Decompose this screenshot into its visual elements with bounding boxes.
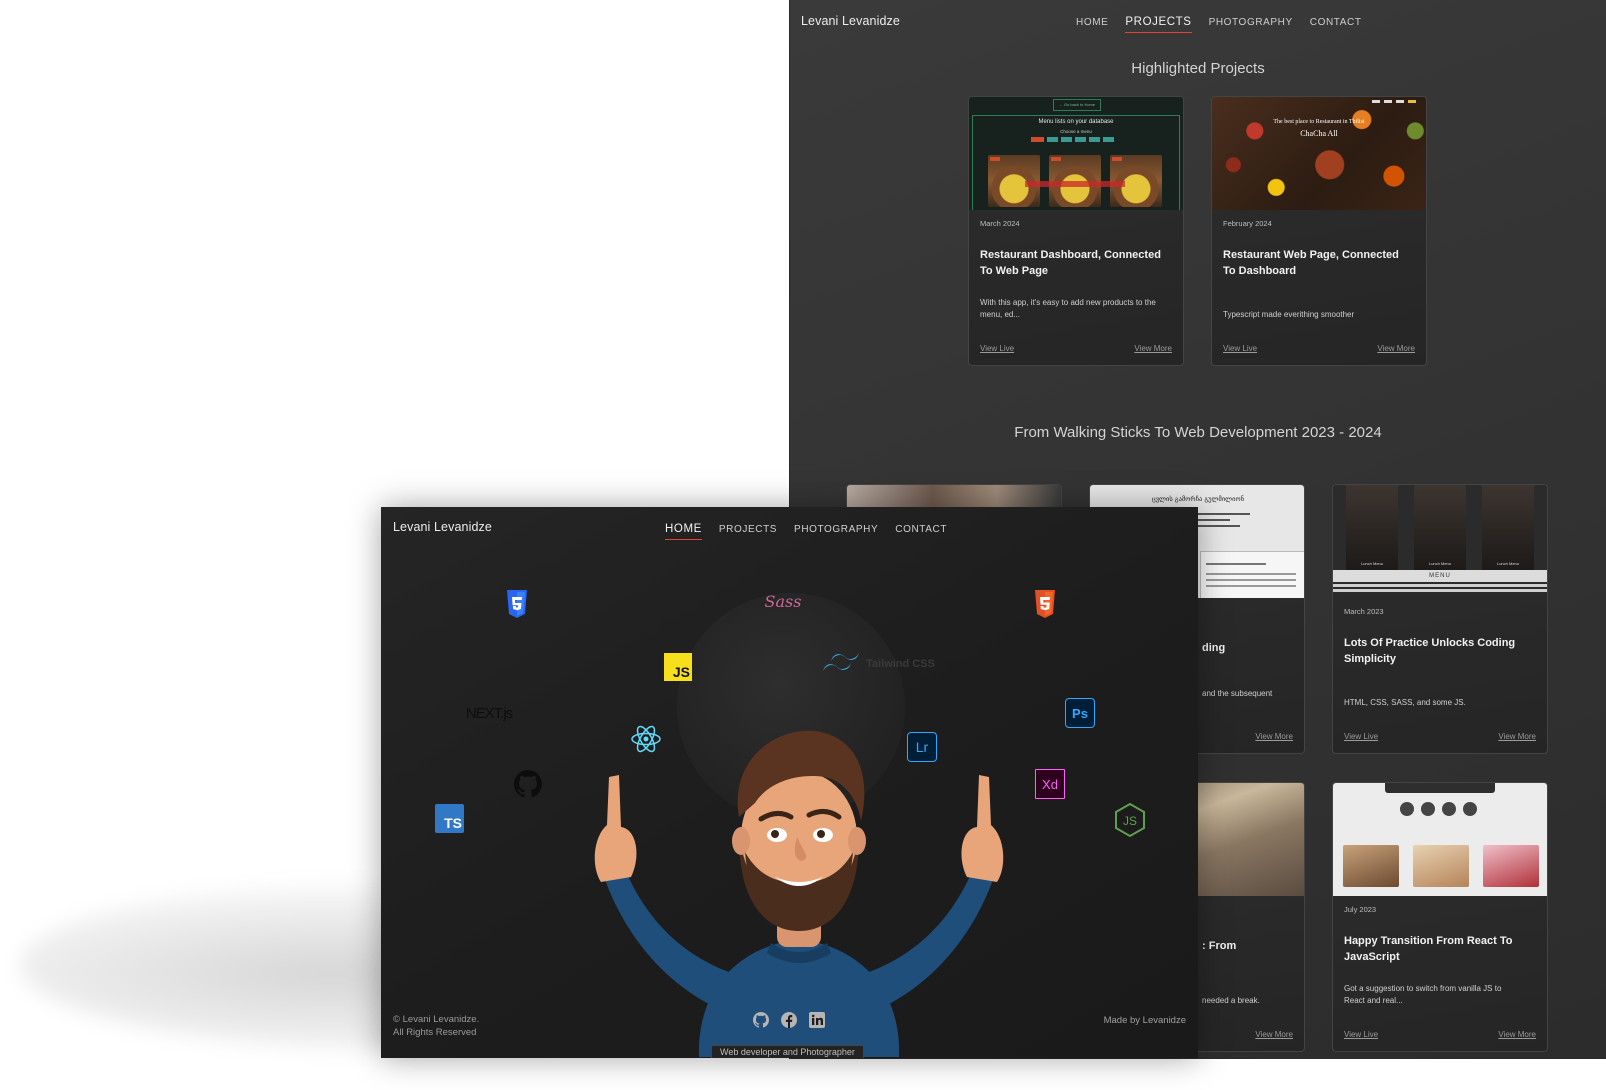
view-live-link[interactable]: View Live [1344, 732, 1378, 741]
project-title: Restaurant Dashboard, Connected To Web P… [980, 249, 1161, 277]
project-date: March 2023 [1344, 607, 1384, 616]
projects-nav: HOME PROJECTS PHOTOGRAPHY CONTACT [1076, 16, 1379, 33]
back-home-button: ← Go back to Home [1053, 99, 1101, 111]
nav-photography[interactable]: PHOTOGRAPHY [794, 524, 878, 540]
nav-projects[interactable]: PROJECTS [719, 524, 777, 540]
nav-home[interactable]: HOME [665, 523, 702, 540]
thumb-heading: Menu lists on your database [1038, 119, 1114, 125]
project-title: Lots Of Practice Unlocks Coding Simplici… [1344, 637, 1516, 665]
nav-contact[interactable]: CONTACT [1310, 17, 1362, 33]
project-description-fragment: needed a break. [1202, 996, 1260, 1005]
project-title-fragment: : From [1202, 940, 1237, 952]
nav-home[interactable]: HOME [1076, 17, 1108, 33]
thumb-name: ChaCha All [1300, 129, 1338, 138]
project-date: July 2023 [1344, 905, 1377, 914]
view-live-link[interactable]: View Live [1223, 344, 1257, 353]
avatar [594, 730, 1004, 1057]
thumb-subheading: Choose a menu [1060, 129, 1092, 134]
project-description-fragment: and the subsequent [1202, 689, 1273, 698]
sass-icon: Sass [764, 591, 802, 611]
brand-name[interactable]: Levani Levanidze [801, 14, 900, 28]
typescript-icon: TS [435, 804, 464, 833]
project-thumbnail [1333, 783, 1547, 896]
view-more-link[interactable]: View More [1134, 344, 1172, 353]
project-date: February 2024 [1223, 219, 1272, 228]
home-page-window: Levani Levanidze HOME PROJECTS PHOTOGRAP… [381, 507, 1198, 1058]
css3-icon [505, 590, 529, 618]
nodejs-icon: JS [1114, 803, 1146, 837]
html5-icon [1033, 590, 1057, 618]
copyright-line1: © Levani Levanidze. [393, 1014, 480, 1025]
project-description: Got a suggestion to switch from vanilla … [1344, 984, 1502, 1005]
view-more-link[interactable]: View More [1377, 344, 1415, 353]
nav-projects[interactable]: PROJECTS [1125, 16, 1192, 33]
project-title-fragment: ding [1202, 642, 1226, 654]
view-more-link[interactable]: View More [1255, 1030, 1293, 1039]
tooltip: Web developer and Photographer [711, 1045, 864, 1058]
project-description: Typescript made everithing smoother [1223, 310, 1355, 319]
nav-contact[interactable]: CONTACT [895, 524, 947, 540]
github-icon[interactable] [753, 1012, 769, 1028]
project-description: With this app, it's easy to add new prod… [980, 298, 1156, 319]
javascript-icon: JS [664, 653, 692, 681]
github-icon [514, 770, 542, 798]
home-nav: HOME PROJECTS PHOTOGRAPHY CONTACT [665, 523, 964, 540]
project-thumbnail: Lunch Menu Lunch Menu Lunch Menu MENU [1333, 485, 1547, 598]
xd-icon: Xd [1035, 769, 1065, 799]
nextjs-icon: NEXT.js [465, 704, 513, 722]
thumb-text: ცვლის გამორჩა გულმილიონ [1152, 495, 1244, 503]
linkedin-icon[interactable] [809, 1012, 825, 1028]
thumb-caption: The best place to Restaurant in Tbilisi [1273, 119, 1365, 125]
timeline-title: From Walking Sticks To Web Development 2… [1014, 424, 1382, 441]
view-more-link[interactable]: View More [1498, 1030, 1536, 1039]
svg-text:JS: JS [1123, 814, 1137, 828]
facebook-icon[interactable] [781, 1012, 797, 1028]
project-card[interactable]: ← Go back to Home Menu lists on your dat… [968, 96, 1184, 366]
copyright-line2: All Rights Reserved [393, 1027, 477, 1038]
made-by: Made by Levanidze [1103, 1015, 1186, 1026]
project-title: Restaurant Web Page, Connected To Dashbo… [1223, 249, 1399, 277]
project-card[interactable]: July 2023 Happy Transition From React To… [1332, 782, 1548, 1052]
project-card[interactable]: Lunch Menu Lunch Menu Lunch Menu MENU Ma… [1332, 484, 1548, 754]
project-date: March 2024 [980, 219, 1020, 228]
nav-photography[interactable]: PHOTOGRAPHY [1209, 17, 1293, 33]
view-live-link[interactable]: View Live [980, 344, 1014, 353]
view-live-link[interactable]: View Live [1344, 1030, 1378, 1039]
photoshop-icon: Ps [1065, 698, 1095, 728]
menu-bar: MENU [1333, 570, 1547, 582]
brand-name[interactable]: Levani Levanidze [393, 520, 492, 534]
copyright: © Levani Levanidze. All Rights Reserved [393, 1013, 479, 1039]
project-description: HTML, CSS, SASS, and some JS. [1344, 698, 1466, 707]
highlighted-projects-title: Highlighted Projects [1131, 60, 1265, 77]
project-thumbnail: ← Go back to Home Menu lists on your dat… [969, 97, 1183, 210]
social-links [753, 1012, 825, 1028]
project-card[interactable]: The best place to Restaurant in Tbilisi … [1211, 96, 1427, 366]
tailwind-icon: Tailwind CSS [821, 649, 951, 679]
view-more-link[interactable]: View More [1498, 732, 1536, 741]
project-title: Happy Transition From React To JavaScrip… [1344, 935, 1513, 963]
view-more-link[interactable]: View More [1255, 732, 1293, 741]
project-thumbnail: The best place to Restaurant in Tbilisi … [1212, 97, 1426, 210]
